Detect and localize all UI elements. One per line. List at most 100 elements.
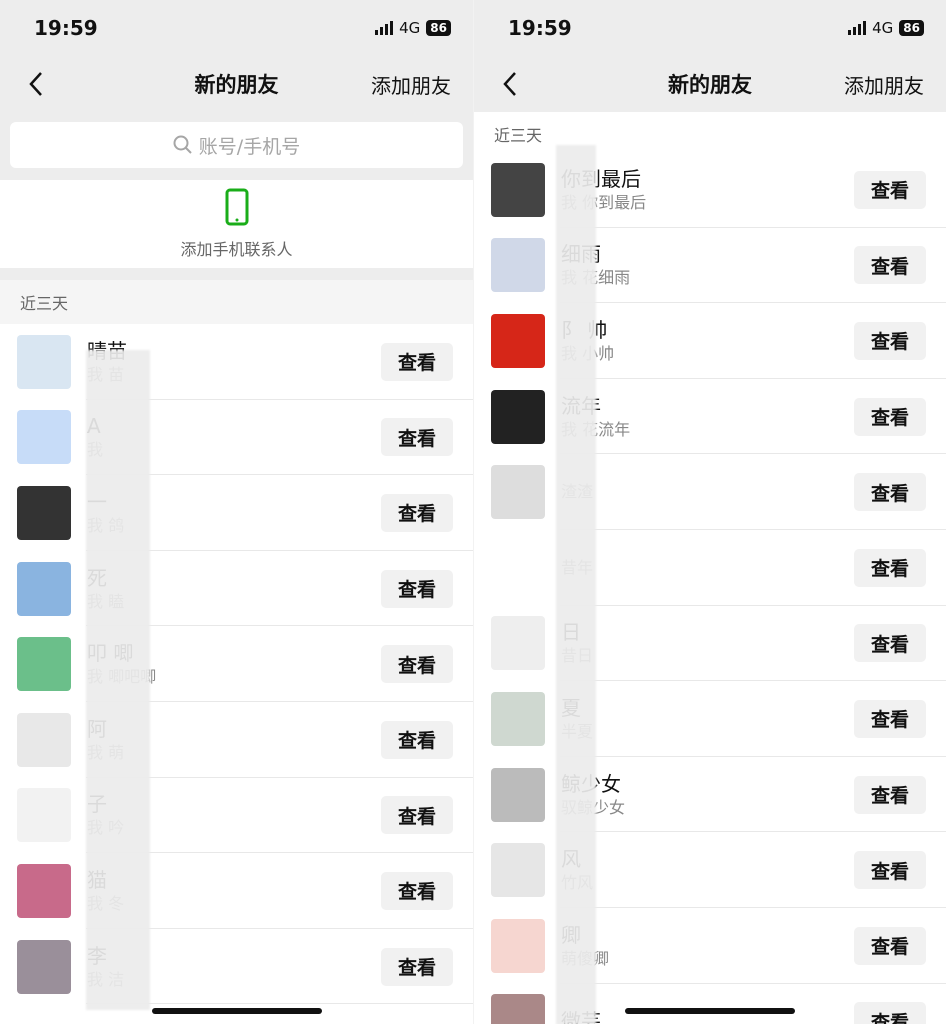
view-button[interactable]: 查看 [854,397,926,436]
list-item[interactable]: 叩 唧我 唧吧唧查看 [0,626,473,702]
avatar[interactable] [491,313,545,368]
privacy-blur [86,350,150,1010]
contact-name: 细雨 [561,241,854,267]
request-message: 竹风 [561,872,854,894]
add-phone-contacts[interactable]: 添加手机联系人 [0,180,473,280]
add-friend-button[interactable]: 添加朋友 [844,70,924,99]
add-phone-label: 添加手机联系人 [180,240,293,259]
view-button[interactable]: 查看 [381,871,453,910]
view-button[interactable]: 查看 [854,851,926,890]
list-item[interactable]: 流年我 花流年查看 [474,379,946,455]
left-screen: 19:59 4G 86 新的朋友 添加朋友 账号/手机号 添加手机联系人 近三天 [0,0,473,1024]
section-header-recent: 近三天 [0,280,473,324]
list-item[interactable]: 日 昔日查看 [474,606,946,682]
avatar[interactable] [491,616,545,671]
friend-request-list: 晴苗我 苗查看A我查看一我 鸽查看死我 瞌查看叩 唧我 唧吧唧查看阿我 萌查看子… [0,324,473,1005]
view-button[interactable]: 查看 [854,1002,926,1024]
contact-name: 风 [561,846,854,872]
view-button[interactable]: 查看 [854,246,926,285]
view-button[interactable]: 查看 [381,947,453,986]
list-item[interactable]: 李我 洁查看 [0,929,473,1005]
list-item[interactable]: 晴苗我 苗查看 [0,324,473,400]
list-item-texts: 风 竹风 [561,846,854,894]
status-indicators: 4G 86 [375,19,451,37]
avatar[interactable] [491,238,545,293]
view-button[interactable]: 查看 [854,473,926,512]
contact-name: 你到最后 [561,166,641,191]
avatar[interactable] [17,712,71,767]
list-item[interactable]: 一我 鸽查看 [0,475,473,551]
list-item[interactable]: 风 竹风查看 [474,832,946,908]
view-button[interactable]: 查看 [854,321,926,360]
avatar[interactable] [491,691,545,746]
list-item-texts: 鲸少女 驭鲸少女 [561,771,854,819]
list-item-texts: 流年我 花流年 [561,393,854,441]
list-item[interactable]: 夏 半夏查看 [474,681,946,757]
list-item[interactable]: 渣渣查看 [474,454,946,530]
view-button[interactable]: 查看 [854,170,926,209]
list-item[interactable]: 昔年查看 [474,530,946,606]
avatar[interactable] [491,540,545,595]
search-input[interactable]: 账号/手机号 [10,122,463,168]
signal-icon [848,21,867,35]
view-button[interactable]: 查看 [381,796,453,835]
avatar[interactable] [17,485,71,540]
view-button[interactable]: 查看 [381,493,453,532]
contact-name: 日 [561,619,854,645]
view-button[interactable]: 查看 [381,569,453,608]
section-header-recent: 近三天 [474,112,946,152]
avatar[interactable] [491,389,545,444]
avatar[interactable] [17,863,71,918]
contact-name: 鲸少女 [561,771,854,797]
view-button[interactable]: 查看 [381,342,453,381]
list-item[interactable]: 子我 吟查看 [0,778,473,854]
view-button[interactable]: 查看 [854,699,926,738]
list-item[interactable]: 微芸查看 [474,984,946,1024]
add-friend-button[interactable]: 添加朋友 [371,70,451,99]
contact-name: 卿 [561,922,854,948]
avatar[interactable] [491,918,545,973]
home-indicator [625,1008,795,1014]
privacy-blur [556,145,596,1024]
network-type: 4G [872,19,894,37]
view-button[interactable]: 查看 [854,624,926,663]
avatar[interactable] [17,637,71,692]
view-button[interactable]: 查看 [854,926,926,965]
avatar[interactable] [17,939,71,994]
view-button[interactable]: 查看 [381,645,453,684]
battery-icon: 86 [426,20,451,36]
nav-bar: 新的朋友 添加朋友 [474,56,946,112]
avatar[interactable] [491,843,545,898]
avatar[interactable] [17,410,71,465]
view-button[interactable]: 查看 [381,418,453,457]
status-bar: 19:59 4G 86 [474,0,946,56]
list-item[interactable]: 阝 帅我 小帅查看 [474,303,946,379]
list-item[interactable]: 卿 萌傻卿查看 [474,908,946,984]
back-button[interactable] [496,70,524,98]
avatar[interactable] [491,465,545,520]
back-button[interactable] [22,70,50,98]
list-item[interactable]: 细雨我 花细雨 查看 [474,228,946,304]
list-item-texts: 你到最后我 你到最后 [561,166,854,214]
avatar[interactable] [491,162,545,217]
list-item[interactable]: A我查看 [0,400,473,476]
list-item[interactable]: 鲸少女 驭鲸少女查看 [474,757,946,833]
request-message: 我 花细雨 [561,268,631,288]
list-item[interactable]: 阿我 萌查看 [0,702,473,778]
view-button[interactable]: 查看 [854,775,926,814]
avatar[interactable] [17,788,71,843]
list-item[interactable]: 死我 瞌查看 [0,551,473,627]
avatar[interactable] [17,561,71,616]
avatar[interactable] [491,994,545,1024]
list-item-texts: 卿 萌傻卿 [561,922,854,970]
avatar[interactable] [17,334,71,389]
list-item-texts: 日 昔日 [561,619,854,667]
contact-name: 阝 帅 [561,317,608,342]
view-button[interactable]: 查看 [381,720,453,759]
view-button[interactable]: 查看 [854,548,926,587]
status-indicators: 4G 86 [848,19,924,37]
list-item[interactable]: 你到最后我 你到最后 查看 [474,152,946,228]
avatar[interactable] [491,767,545,822]
list-item[interactable]: 猫我 冬查看 [0,853,473,929]
contact-name: 夏 [561,695,854,721]
